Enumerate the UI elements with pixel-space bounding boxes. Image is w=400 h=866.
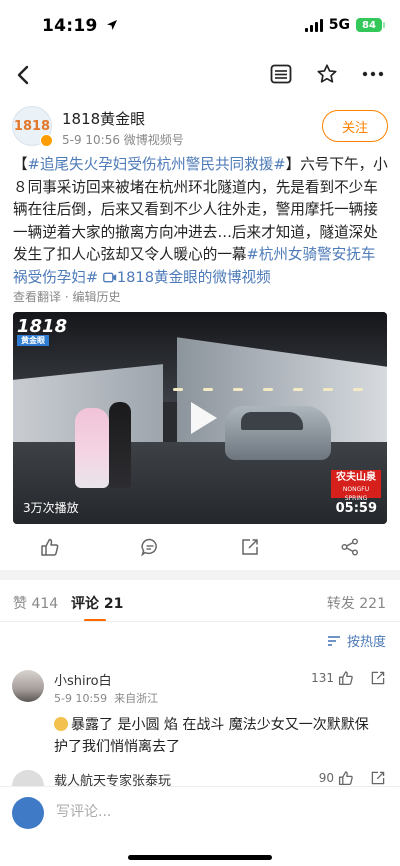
comment-like-button[interactable]: 131 <box>311 670 354 686</box>
signal-icon <box>304 18 323 32</box>
video-channel-logo: 1818 黄金眼 <box>17 316 68 346</box>
battery-icon: 84 <box>356 18 385 32</box>
comment-icon[interactable] <box>138 535 162 559</box>
tab-comments[interactable]: 评论 21 <box>71 593 123 613</box>
comment-input-bar: 写评论... <box>0 786 400 866</box>
comment-meta: 5-9 10:59 来自浙江 <box>54 692 159 705</box>
tab-likes[interactable]: 赞 414 <box>13 593 58 613</box>
translate-edit-history[interactable]: 查看翻译 · 编辑历史 <box>13 288 120 305</box>
like-icon[interactable] <box>38 535 62 559</box>
commenter-name[interactable]: 小shiro白 <box>54 670 112 689</box>
more-icon[interactable] <box>360 61 386 87</box>
tab-reposts[interactable]: 转发 221 <box>327 593 386 613</box>
author-header: 1818 1818黄金眼 5-9 10:56 微博视频号 关注 <box>12 106 388 150</box>
post-body: 【#追尾失火孕妇受伤杭州警民共同救援#】六号下午，小８同事采访回来被堵在杭州环北… <box>13 156 388 286</box>
sort-by-heat[interactable]: 按热度 <box>327 631 386 650</box>
video-car <box>225 406 331 460</box>
comment-text: 暴露了 是小圆 焰 在战斗 魔法少女又一次默默保护了我们悄悄离去了 <box>54 717 369 755</box>
section-divider <box>0 570 400 580</box>
sponsor-logo: 农夫山泉 NONGFU SPRING <box>331 470 381 502</box>
sort-icon <box>327 635 340 646</box>
network-type: 5G <box>328 17 350 33</box>
like-icon <box>338 771 353 786</box>
topic-link[interactable]: #追尾失火孕妇受伤杭州警民共同救援# <box>28 156 286 173</box>
home-indicator <box>128 855 272 860</box>
comment-share-icon[interactable] <box>370 670 388 688</box>
location-arrow-icon <box>106 20 117 30</box>
play-count: 3万次播放 <box>23 501 79 515</box>
doge-emoji-icon <box>54 717 68 731</box>
like-icon <box>338 671 353 686</box>
author-name[interactable]: 1818黄金眼 <box>62 108 145 129</box>
video-camera-icon <box>102 272 117 283</box>
status-indicators: 5G 84 <box>304 17 385 33</box>
play-icon[interactable] <box>189 400 219 436</box>
tabs-divider <box>0 621 400 622</box>
video-person <box>109 402 131 488</box>
follow-button[interactable]: 关注 <box>322 110 388 142</box>
star-icon[interactable] <box>314 61 340 87</box>
comment-like-button[interactable]: 90 <box>319 770 354 786</box>
share-edit-icon[interactable] <box>238 535 262 559</box>
status-time: 14:19 <box>42 16 118 36</box>
comment-input[interactable]: 写评论... <box>56 801 111 821</box>
share-icon[interactable] <box>338 535 362 559</box>
interaction-tabs: 赞 414 评论 21 转发 221 <box>0 593 400 629</box>
video-link[interactable]: 1818黄金眼的微博视频 <box>102 269 271 286</box>
video-duration: 05:59 <box>335 501 377 516</box>
verified-icon <box>40 134 53 147</box>
comment-item: 小shiro白 5-9 10:59 来自浙江 131 暴露了 是小圆 焰 在战斗… <box>12 670 388 770</box>
status-bar: 14:19 5G 84 <box>0 0 400 52</box>
post-actions <box>0 532 400 562</box>
menu-icon[interactable] <box>268 61 294 87</box>
my-avatar <box>12 797 44 829</box>
video-person <box>75 408 109 488</box>
post-meta: 5-9 10:56 微博视频号 <box>62 133 184 147</box>
commenter-avatar[interactable] <box>12 670 44 702</box>
nav-bar <box>0 55 400 95</box>
back-icon[interactable] <box>10 61 38 89</box>
video-player[interactable]: 1818 黄金眼 农夫山泉 NONGFU SPRING 3万次播放 05:59 <box>13 312 387 524</box>
